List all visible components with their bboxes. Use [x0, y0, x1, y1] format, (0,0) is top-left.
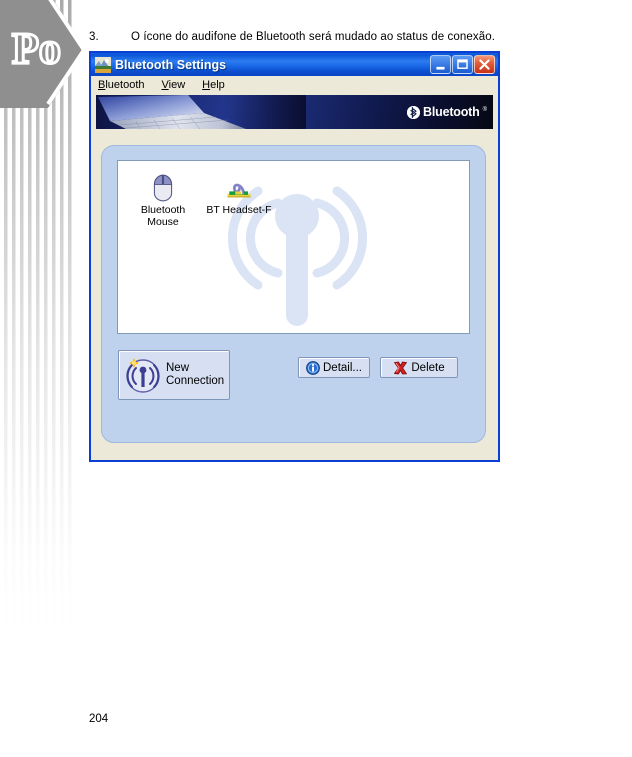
- bluetooth-rune-icon: [407, 105, 421, 119]
- step-text: O ícone do audifone de Bluetooth será mu…: [131, 31, 495, 43]
- laptop-keyboard-photo: [96, 95, 306, 129]
- menu-item-help[interactable]: Help: [202, 79, 225, 91]
- bluetooth-banner: Bluetooth ®: [96, 95, 493, 129]
- window-titlebar[interactable]: Bluetooth Settings: [89, 51, 500, 76]
- device-list[interactable]: Bluetooth Mouse BT Headset-F: [117, 160, 470, 334]
- new-connection-line2: Connection: [166, 375, 225, 387]
- step-number: 3.: [89, 31, 99, 43]
- device-label-line1: Bluetooth: [140, 204, 186, 216]
- bluetooth-logo-text: Bluetooth: [423, 105, 480, 119]
- page-watermark: Po: [0, 0, 87, 660]
- device-item-bluetooth-mouse[interactable]: Bluetooth Mouse: [126, 169, 200, 228]
- device-label-line2: Mouse: [147, 216, 179, 228]
- close-button[interactable]: [474, 55, 495, 74]
- step-caption: 3. O ícone do audifone de Bluetooth será …: [89, 31, 549, 43]
- delete-button-label: Delete: [411, 361, 445, 374]
- minimize-button[interactable]: [430, 55, 451, 74]
- menu-item-bluetooth[interactable]: Bluetooth: [98, 79, 145, 91]
- maximize-button[interactable]: [452, 55, 473, 74]
- bluetooth-headset-icon: [196, 169, 282, 202]
- red-x-icon: [394, 361, 408, 374]
- bluetooth-logo-tm: ®: [482, 107, 487, 113]
- minimize-icon: [436, 66, 445, 70]
- window-title: Bluetooth Settings: [115, 57, 227, 72]
- info-icon: [306, 360, 320, 375]
- settings-panel: Bluetooth Mouse BT Headset-F New Connect…: [101, 145, 486, 443]
- new-connection-label: New Connection: [166, 362, 224, 389]
- delete-button[interactable]: Delete: [380, 357, 458, 378]
- close-icon: [479, 59, 490, 70]
- bluetooth-mouse-icon: [126, 169, 200, 202]
- device-item-bt-headset-f[interactable]: BT Headset-F: [196, 169, 282, 216]
- maximize-icon: [457, 59, 468, 69]
- detail-button[interactable]: Detail...: [298, 357, 370, 378]
- new-connection-line1: New: [166, 361, 190, 374]
- page-number: 204: [89, 713, 109, 725]
- bluetooth-settings-window: Bluetooth Settings Bluetooth View Help B…: [89, 51, 500, 462]
- detail-button-label: Detail...: [323, 361, 362, 374]
- new-connection-antenna-icon: [126, 358, 160, 393]
- watermark-text: Po: [12, 24, 61, 73]
- menu-item-view[interactable]: View: [162, 79, 186, 91]
- device-label-line1: BT Headset-F: [206, 204, 272, 216]
- bluetooth-brand-logo: Bluetooth ®: [407, 105, 487, 119]
- bluetooth-settings-icon: [95, 56, 111, 73]
- new-connection-button[interactable]: New Connection: [118, 350, 230, 400]
- menu-bar: Bluetooth View Help: [91, 76, 498, 94]
